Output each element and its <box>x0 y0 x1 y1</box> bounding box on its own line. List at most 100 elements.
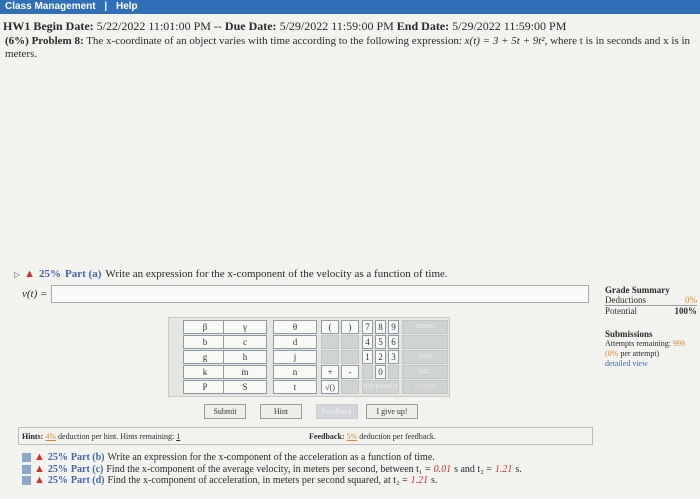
detailed-view-link[interactable]: detailed view <box>605 359 697 369</box>
hw-name: HW1 <box>3 19 31 33</box>
key-j[interactable]: j <box>273 350 317 364</box>
key-clear[interactable]: CLEAR <box>402 380 448 394</box>
problem-heading: (6%) Problem 8: <box>5 35 84 47</box>
key-0[interactable]: 0 <box>375 365 386 379</box>
potential-value: 100% <box>674 306 698 316</box>
end-label: End Date: <box>396 19 450 33</box>
key-blank-6 <box>362 365 373 379</box>
hint-button[interactable]: Hint <box>260 404 302 419</box>
per-attempt-pct: (0% <box>605 349 619 358</box>
problem-text: The x-coordinate of an object varies wit… <box>86 35 462 47</box>
key-6[interactable]: 6 <box>388 335 399 349</box>
part-d-end: s. <box>431 475 438 486</box>
key-home[interactable]: HOME <box>402 320 448 334</box>
key-end[interactable]: END <box>402 350 448 364</box>
key-m[interactable]: m <box>223 365 267 379</box>
key-blank-5 <box>341 380 359 394</box>
expand-icon[interactable] <box>22 464 31 474</box>
key-open-paren[interactable]: ( <box>321 320 339 334</box>
potential-row: Potential 100% <box>605 306 697 316</box>
key-del[interactable]: DEL <box>402 365 448 379</box>
key-g[interactable]: g <box>183 350 227 364</box>
expand-icon[interactable] <box>22 453 31 463</box>
problem-expression: x(t) = 3 + 5t + 9t² <box>464 35 545 47</box>
other-parts-list: ▲ 25% Part (b) Write an expression for t… <box>22 451 522 487</box>
key-beta[interactable]: β <box>183 320 227 334</box>
deductions-label: Deductions <box>605 295 646 305</box>
grade-summary: Grade Summary Deductions 0% Potential 10… <box>605 285 697 316</box>
hints-label: Hints: <box>22 431 44 441</box>
submit-button[interactable]: Submit <box>204 404 246 419</box>
key-7[interactable]: 7 <box>362 320 373 334</box>
end-date: 5/29/2022 11:59:00 PM <box>452 19 567 33</box>
hint-deduction-text: deduction per hint. Hints remaining: <box>58 431 175 441</box>
key-1[interactable]: 1 <box>362 350 373 364</box>
expand-icon[interactable] <box>22 476 31 486</box>
problem-text-cont: , where t is in seconds and x is in <box>544 35 691 47</box>
collapse-arrow-icon[interactable]: ▷ <box>14 270 20 279</box>
feedback-info: Feedback: 5% deduction per feedback. <box>309 432 436 441</box>
part-c-t1: 0.01 <box>433 463 452 475</box>
key-backspace[interactable]: BACKSPACE <box>362 380 399 394</box>
key-p[interactable]: P <box>183 380 227 394</box>
hint-deduction-pct: 4% <box>45 431 57 441</box>
key-gamma[interactable]: γ <box>223 320 267 334</box>
top-menu-bar: Class Management | Help <box>0 0 700 14</box>
help-link[interactable]: Help <box>116 1 138 12</box>
grade-summary-title: Grade Summary <box>605 285 670 295</box>
submissions-title: Submissions <box>605 329 653 339</box>
answer-input[interactable] <box>51 285 590 303</box>
key-b[interactable]: b <box>183 335 227 349</box>
per-attempt-row: (0% per attempt) <box>605 349 697 359</box>
key-5[interactable]: 5 <box>375 335 386 349</box>
part-a-pct: 25% <box>39 268 62 280</box>
part-d-t2: 1.21 <box>410 475 429 486</box>
part-c-text: Find the x-component of the average velo… <box>106 463 431 475</box>
class-management-link[interactable]: Class Management <box>5 1 96 12</box>
key-blank-7 <box>388 365 399 379</box>
warning-icon: ▲ <box>24 268 36 280</box>
key-n[interactable]: n <box>273 365 317 379</box>
part-b-pct: 25% <box>47 452 68 463</box>
part-b-text: Write an expression for the x-component … <box>107 452 435 463</box>
part-d-row[interactable]: ▲ 25% Part (d) Find the x-component of a… <box>22 474 522 487</box>
key-h[interactable]: h <box>223 350 267 364</box>
per-attempt-text: per attempt) <box>620 349 660 358</box>
date-dash: -- <box>213 19 222 33</box>
key-plus[interactable]: + <box>321 365 339 379</box>
part-c-end: s. <box>515 463 522 475</box>
key-minus[interactable]: - <box>341 365 359 379</box>
part-c-row[interactable]: ▲ 25% Part (c) Find the x-component of t… <box>22 463 522 476</box>
key-theta[interactable]: θ <box>273 320 317 334</box>
part-a-label: Part (a) <box>65 268 102 280</box>
part-b-row[interactable]: ▲ 25% Part (b) Write an expression for t… <box>22 451 522 464</box>
key-3[interactable]: 3 <box>388 350 399 364</box>
key-k[interactable]: k <box>183 365 227 379</box>
key-close-paren[interactable]: ) <box>341 320 359 334</box>
key-2[interactable]: 2 <box>375 350 386 364</box>
key-4[interactable]: 4 <box>362 335 373 349</box>
part-d-text: Find the x-component of acceleration, in… <box>107 475 408 486</box>
part-a-header: ▷ ▲ 25% Part (a) Write an expression for… <box>14 268 448 280</box>
key-8[interactable]: 8 <box>375 320 386 334</box>
key-s[interactable]: S <box>223 380 267 394</box>
give-up-button[interactable]: I give up! <box>366 404 418 419</box>
part-a-question: Write an expression for the x-component … <box>105 268 448 280</box>
key-blank-1 <box>321 335 339 349</box>
part-c-t2: 1.21 <box>494 463 513 475</box>
part-b-label: Part (b) <box>70 452 105 463</box>
part-c-pct: 25% <box>47 463 68 475</box>
key-blank-3 <box>321 350 339 364</box>
deductions-row: Deductions 0% <box>605 295 697 306</box>
key-d[interactable]: d <box>273 335 317 349</box>
key-sqrt[interactable]: √() <box>321 380 339 394</box>
key-t[interactable]: t <box>273 380 317 394</box>
feedback-label: Feedback: <box>309 431 345 441</box>
key-9[interactable]: 9 <box>388 320 399 334</box>
part-c-label: Part (c) <box>70 463 104 475</box>
key-blank-2 <box>341 335 359 349</box>
attempts-value: 999 <box>673 339 685 348</box>
feedback-button[interactable]: Feedback <box>316 404 358 419</box>
attempts-row: Attempts remaining: 999 <box>605 339 697 349</box>
key-c[interactable]: c <box>223 335 267 349</box>
